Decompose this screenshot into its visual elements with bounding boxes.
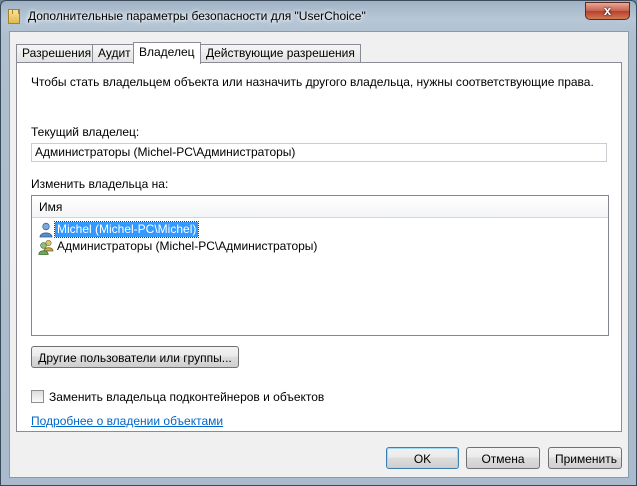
tab-permissions[interactable]: Разрешения — [16, 44, 98, 62]
current-owner-label: Текущий владелец: — [31, 125, 140, 139]
folder-icon — [8, 9, 20, 24]
list-item-michel[interactable]: Michel (Michel-PC\Michel) — [36, 221, 436, 238]
window-title: Дополнительные параметры безопасности дл… — [28, 9, 366, 23]
tab-audit[interactable]: Аудит — [92, 44, 137, 62]
dialog-client-area: Разрешения Аудит Владелец Действующие ра… — [9, 31, 629, 478]
list-column-header-label: Имя — [39, 200, 63, 214]
title-bar[interactable]: Дополнительные параметры безопасности дл… — [1, 1, 636, 31]
user-icon — [39, 222, 53, 238]
close-button[interactable]: x — [585, 2, 630, 20]
ok-button[interactable]: OK — [386, 447, 459, 469]
current-owner-field[interactable]: Администраторы (Michel-PC\Администраторы… — [31, 143, 607, 162]
apply-button[interactable]: Применить — [548, 447, 622, 469]
replace-owner-checkbox-label[interactable]: Заменить владельца подконтейнеров и объе… — [49, 390, 324, 404]
owner-candidates-list[interactable]: Имя Michel (Michel-PC\Michel) Администра… — [31, 195, 609, 336]
learn-more-ownership-link[interactable]: Подробнее о владении объектами — [31, 414, 223, 428]
tab-effective-permissions[interactable]: Действующие разрешения — [200, 44, 361, 62]
other-users-or-groups-button[interactable]: Другие пользователи или группы... — [31, 346, 239, 368]
list-item-label: Michel (Michel-PC\Michel) — [53, 221, 200, 238]
change-owner-label: Изменить владельца на: — [31, 177, 169, 191]
security-dialog-window: Дополнительные параметры безопасности дл… — [0, 0, 637, 486]
owner-tab-panel: Чтобы стать владельцем объекта или назна… — [16, 62, 622, 432]
owner-info-text: Чтобы стать владельцем объекта или назна… — [31, 75, 594, 89]
list-item-label: Администраторы (Michel-PC\Администраторы… — [57, 239, 318, 253]
group-icon — [38, 239, 54, 255]
cancel-button[interactable]: Отмена — [466, 447, 540, 469]
replace-owner-checkbox[interactable] — [31, 390, 44, 403]
list-column-header-name[interactable]: Имя — [32, 196, 608, 218]
list-item-administrators[interactable]: Администраторы (Michel-PC\Администраторы… — [36, 238, 436, 255]
tab-owner[interactable]: Владелец — [133, 42, 201, 64]
